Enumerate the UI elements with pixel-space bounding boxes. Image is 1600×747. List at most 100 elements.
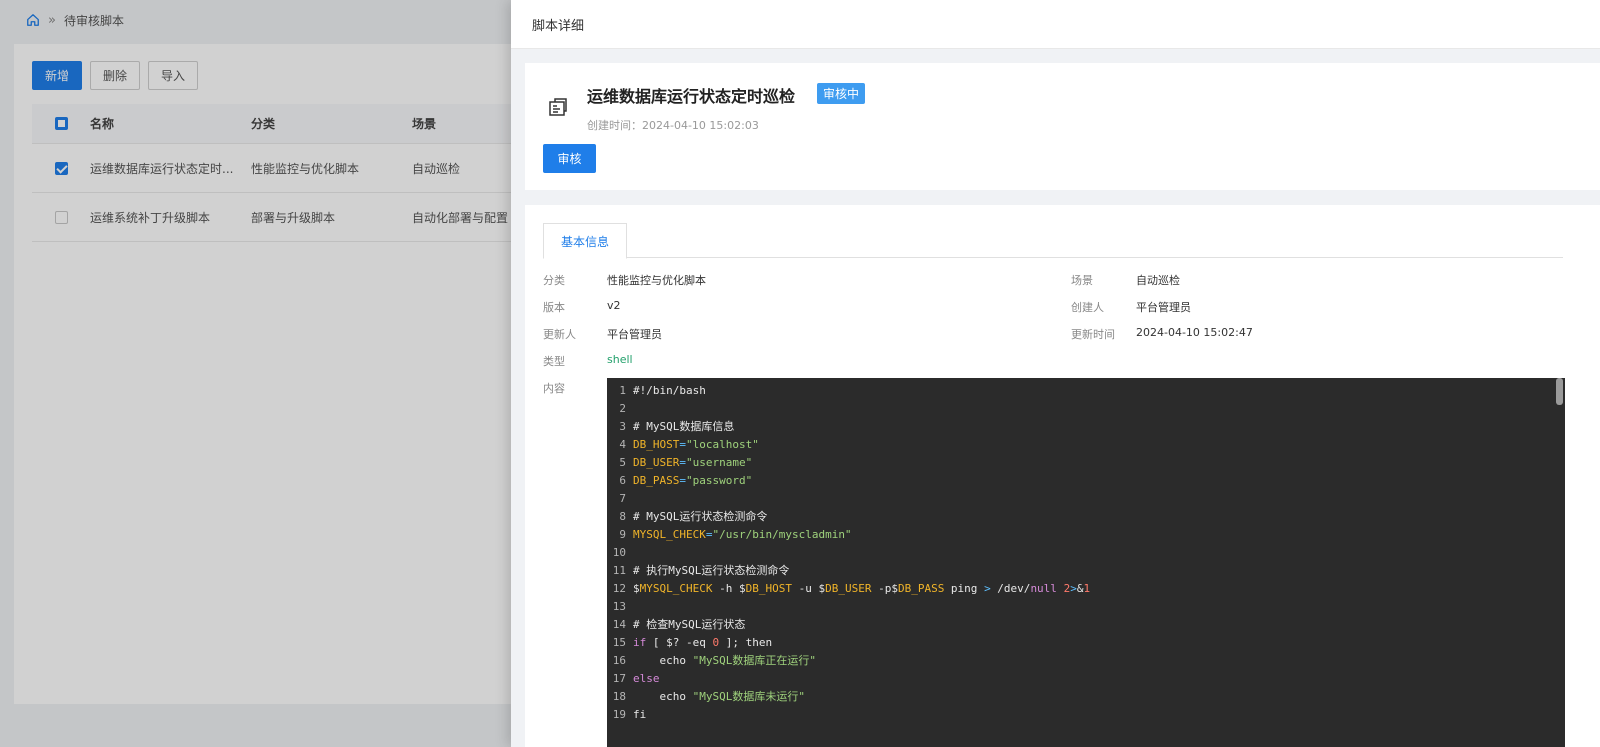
line-number: 8 [619, 509, 626, 523]
code-token: MYSQL_CHECK [639, 581, 713, 595]
code-token: DB_HOST [745, 581, 792, 595]
updater-label: 更新人 [543, 328, 576, 341]
line-number: 6 [619, 473, 626, 487]
code-line: 11 # 执行MySQL运行状态检测命令 [607, 561, 790, 579]
code-token: #!/bin/bash [633, 383, 706, 397]
code-token: DB_USER [825, 581, 872, 595]
code-line: 10 [607, 543, 633, 561]
code-token: echo [633, 653, 693, 667]
code-token: fi [633, 707, 647, 721]
updater-value: 平台管理员 [607, 328, 662, 341]
code-token: 2 [1063, 581, 1071, 595]
code-line: 18 echo "MySQL数据库未运行" [607, 687, 805, 705]
script-icon [549, 98, 567, 116]
code-token: if [633, 635, 647, 649]
code-token: # 检查MySQL运行状态 [633, 618, 746, 631]
line-number: 10 [612, 545, 626, 559]
code-token: echo [633, 689, 693, 703]
line-number: 17 [612, 671, 626, 685]
line-number: 18 [612, 689, 626, 703]
code-line: 19 fi [607, 705, 647, 723]
line-number: 3 [619, 419, 626, 433]
code-token: # MySQL运行状态检测命令 [633, 510, 768, 523]
code-token: ]; then [719, 635, 773, 649]
code-line: 1 #!/bin/bash [607, 381, 706, 399]
code-token: -p$ [871, 581, 898, 595]
code-token: -u $ [791, 581, 826, 595]
scene-value: 自动巡检 [1136, 274, 1180, 287]
script-title: 运维数据库运行状态定时巡检 [587, 87, 796, 106]
content-label: 内容 [543, 382, 565, 395]
code-line: 15 if [ $? -eq 0 ]; then [607, 633, 772, 651]
code-line: 6 DB_PASS = "password" [607, 471, 752, 489]
line-number: 15 [612, 635, 626, 649]
creator-value: 平台管理员 [1136, 301, 1191, 314]
code-token: > [1070, 581, 1077, 595]
line-number: 14 [612, 617, 626, 631]
type-label: 类型 [543, 355, 565, 368]
code-line: 8 # MySQL运行状态检测命令 [607, 507, 767, 525]
code-token: DB_PASS [897, 581, 945, 595]
code-scrollbar[interactable] [1556, 378, 1563, 405]
code-token: 0 [712, 635, 720, 649]
line-number: 1 [619, 383, 626, 397]
code-token: & [1076, 581, 1084, 595]
status-badge: 审核中 [817, 83, 866, 104]
line-number: 11 [612, 563, 626, 577]
code-line: 13 [607, 597, 633, 615]
review-button[interactable]: 审核 [543, 144, 596, 173]
code-token: "username" [685, 455, 753, 469]
code-token: "MySQL数据库正在运行" [692, 654, 816, 667]
code-token: = [679, 455, 686, 469]
script-summary-card: 运维数据库运行状态定时巡检 审核中 创建时间：2024-04-10 15:02:… [525, 63, 1600, 190]
code-token: ping [944, 581, 985, 595]
code-token: $ [633, 581, 640, 595]
line-number: 19 [612, 707, 626, 721]
type-value: shell [607, 353, 633, 366]
code-line: 2 [607, 399, 633, 417]
code-token: DB_PASS [633, 473, 680, 487]
code-line: 9 MYSQL_CHECK = "/usr/bin/myscladmin" [607, 525, 851, 543]
code-token: -h $ [712, 581, 746, 595]
code-viewer[interactable]: 1 #!/bin/bash 2 3 # MySQL数据库信息 4 DB_HOST = "loca… [607, 378, 1565, 747]
category-value: 性能监控与优化脚本 [607, 274, 706, 287]
line-number: 9 [619, 527, 626, 541]
code-token: [ $? -eq [646, 635, 713, 649]
code-token: /dev/ [990, 581, 1031, 595]
line-number: 16 [612, 653, 626, 667]
code-token: > [984, 581, 991, 595]
version-label: 版本 [543, 301, 565, 314]
script-info-card: 基本信息 分类 性能监控与优化脚本 场景 自动巡检 版本 v2 创建人 平台管理… [525, 205, 1600, 747]
code-token: DB_HOST [633, 437, 680, 451]
code-token: # 执行MySQL运行状态检测命令 [633, 564, 790, 577]
code-line: 16 echo "MySQL数据库正在运行" [607, 651, 816, 669]
line-number: 5 [619, 455, 626, 469]
code-token: = [679, 473, 686, 487]
created-time: 创建时间：2024-04-10 15:02:03 [587, 119, 759, 132]
line-number: 2 [619, 401, 626, 415]
tab-basic-info[interactable]: 基本信息 [543, 223, 627, 259]
update-time-label: 更新时间 [1071, 328, 1115, 341]
code-token: = [705, 527, 713, 541]
line-number: 12 [612, 581, 626, 595]
code-line: 3 # MySQL数据库信息 [607, 417, 734, 435]
line-number: 13 [612, 599, 626, 613]
drawer-title: 脚本详细 [511, 0, 1600, 49]
code-token: null [1030, 581, 1057, 595]
creator-label: 创建人 [1071, 301, 1104, 314]
tab-bar: 基本信息 [543, 222, 1563, 259]
code-token: DB_USER [633, 455, 680, 469]
code-line: 17 else [607, 669, 660, 687]
line-number: 4 [619, 437, 626, 451]
category-label: 分类 [543, 274, 565, 287]
code-line: 14 # 检查MySQL运行状态 [607, 615, 746, 633]
code-line: 5 DB_USER = "username" [607, 453, 752, 471]
code-token: MYSQL_CHECK [633, 527, 706, 541]
code-token: "password" [685, 473, 753, 487]
code-token: = [679, 437, 686, 451]
version-value: v2 [607, 299, 621, 312]
code-token: "MySQL数据库未运行" [692, 690, 805, 703]
code-line: 4 DB_HOST = "localhost" [607, 435, 759, 453]
code-token: "localhost" [685, 437, 759, 451]
